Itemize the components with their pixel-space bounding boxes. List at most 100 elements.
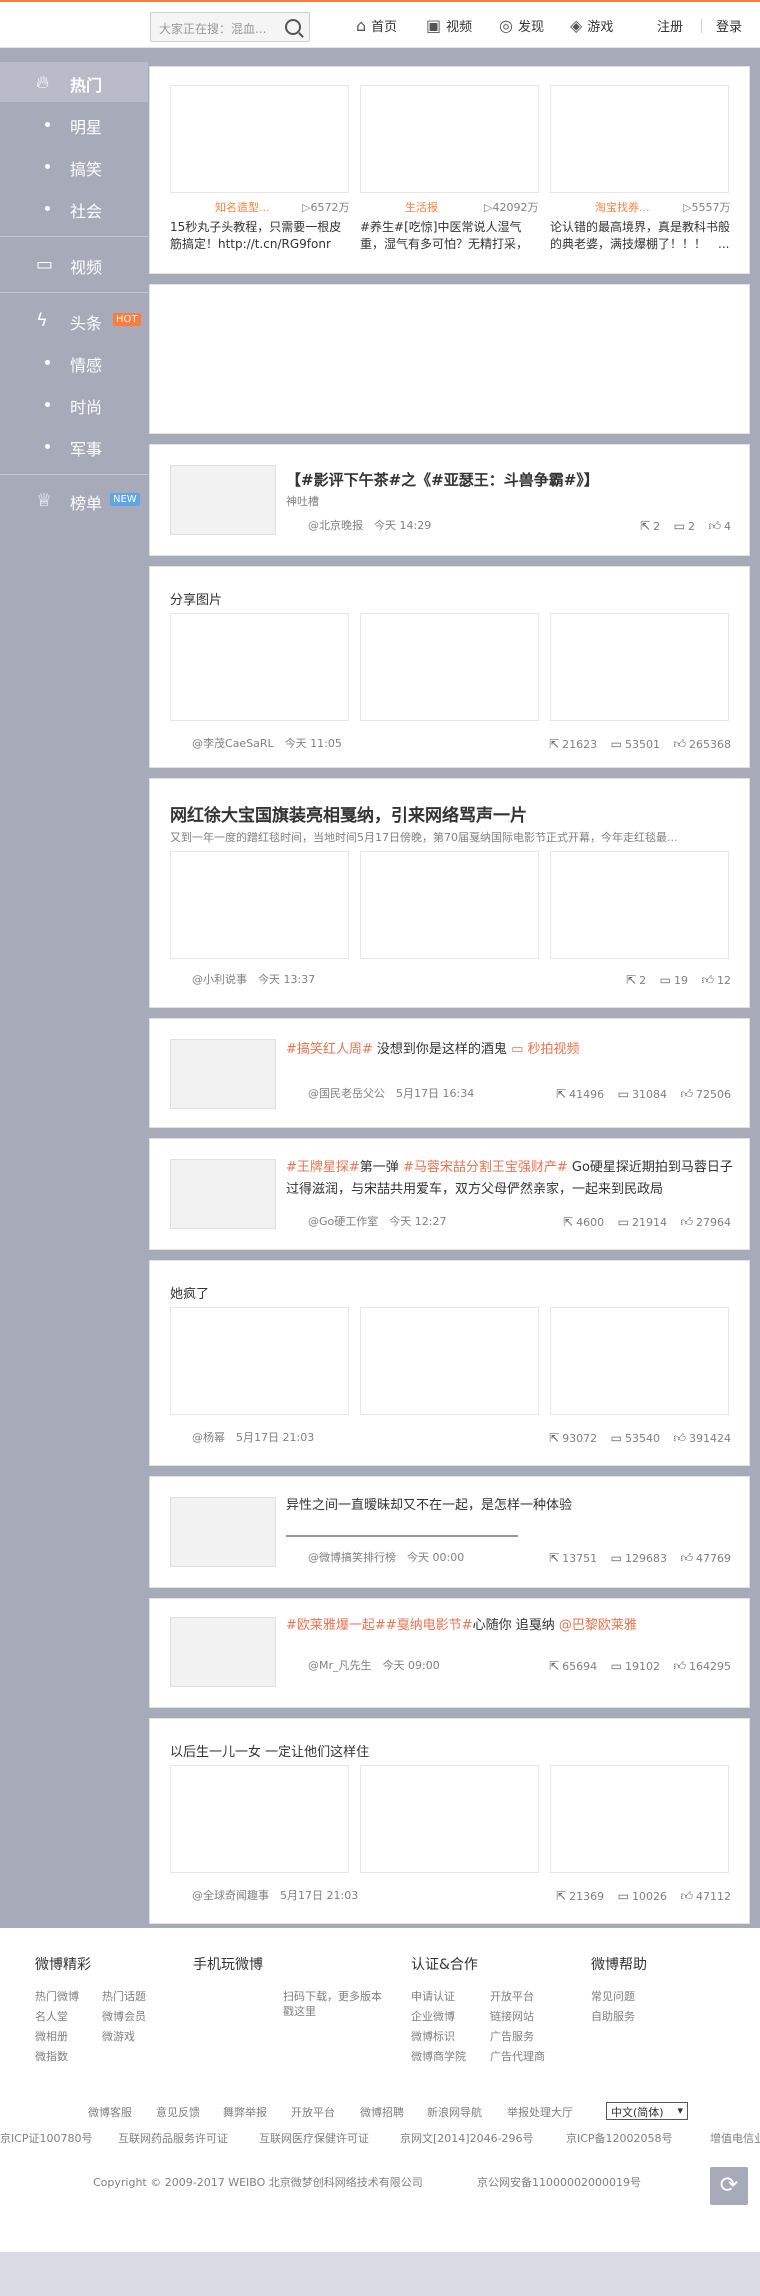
like-button[interactable]: 👍︎ 164295: [673, 1659, 731, 1673]
footer-link[interactable]: 微相册: [35, 2028, 68, 2044]
post-image[interactable]: [550, 613, 729, 721]
video-title[interactable]: 论认错的最高境界，真是教科书般的典老婆，满技爆棚了！！！ ...: [550, 219, 730, 253]
refresh-button[interactable]: ⟳: [710, 2167, 748, 2205]
footer-link[interactable]: 扫码下载，更多版本: [283, 1988, 382, 2004]
license-text[interactable]: 京网文[2014]2046-296号: [400, 2130, 534, 2146]
post-author[interactable]: @国民老岳父公: [308, 1087, 385, 1100]
post-thumbnail[interactable]: [170, 465, 276, 535]
footer-link[interactable]: 广告代理商: [490, 2048, 545, 2064]
repost-button[interactable]: ⇱ 2: [626, 973, 646, 987]
sidebar-item-rank[interactable]: ♕ 榜单 NEW: [0, 480, 148, 520]
post-image[interactable]: [550, 851, 729, 959]
footer-link[interactable]: 热门话题: [102, 1988, 146, 2004]
topic-link[interactable]: #马蓉宋喆分割王宝强财产#: [403, 1160, 568, 1175]
nav-discover[interactable]: ◎ 发现: [499, 16, 544, 35]
repost-button[interactable]: ⇱ 41496: [556, 1087, 604, 1101]
footer-link[interactable]: 新浪网导航: [427, 2104, 482, 2120]
post-title[interactable]: 【#影评下午茶#之《#亚瑟王：斗兽争霸#》】: [286, 469, 599, 490]
nav-home[interactable]: ⌂ 首页: [356, 16, 397, 35]
video-source[interactable]: 知名造型...: [215, 199, 270, 215]
post-title[interactable]: 网红徐大宝国旗装亮相戛纳，引来网络骂声一片: [170, 801, 527, 826]
like-button[interactable]: 👍︎ 47112: [680, 1889, 731, 1903]
repost-button[interactable]: ⇱ 4600: [563, 1215, 604, 1229]
footer-link[interactable]: 广告服务: [490, 2028, 534, 2044]
repost-button[interactable]: ⇱ 2: [640, 519, 660, 533]
sidebar-item-hot[interactable]: 🔥︎ 热门: [0, 62, 148, 102]
license-text[interactable]: 互联网药品服务许可证: [118, 2130, 228, 2146]
post-image[interactable]: [550, 1307, 729, 1415]
search-input[interactable]: 大家正在搜：混血...: [159, 20, 266, 37]
post-image[interactable]: [360, 1765, 539, 1873]
post-title[interactable]: 她疯了: [170, 1283, 209, 1302]
comment-button[interactable]: ▭ 53501: [611, 737, 660, 751]
post-image[interactable]: [360, 1307, 539, 1415]
search-icon[interactable]: [285, 19, 301, 35]
topic-link[interactable]: #搞笑红人周#: [286, 1042, 373, 1057]
post-image[interactable]: [170, 851, 349, 959]
post-author[interactable]: @微博搞笑排行榜: [308, 1551, 396, 1564]
post-thumbnail[interactable]: [170, 1617, 276, 1687]
post-image[interactable]: [360, 613, 539, 721]
post-image[interactable]: [170, 1307, 349, 1415]
footer-link[interactable]: 微博标识: [411, 2028, 455, 2044]
post-thumbnail[interactable]: [170, 1039, 276, 1109]
footer-link[interactable]: 申请认证: [411, 1988, 455, 2004]
footer-link[interactable]: 名人堂: [35, 2008, 68, 2024]
footer-link[interactable]: 开放平台: [490, 1988, 534, 2004]
post-author[interactable]: @李茂CaeSaRL: [192, 737, 274, 750]
sidebar-item-funny[interactable]: 搞笑: [0, 146, 148, 186]
nav-video[interactable]: ▣ 视频: [426, 16, 472, 35]
footer-link[interactable]: 微博招聘: [360, 2104, 404, 2120]
comment-button[interactable]: ▭ 10026: [618, 1889, 667, 1903]
language-select[interactable]: 中文(简体) ▾: [606, 2102, 688, 2120]
nav-game[interactable]: ◈ 游戏: [570, 16, 613, 35]
video-thumbnail[interactable]: [550, 85, 729, 193]
comment-button[interactable]: ▭ 21914: [618, 1215, 667, 1229]
comment-button[interactable]: ▭ 129683: [611, 1551, 667, 1565]
post-thumbnail[interactable]: [170, 1497, 276, 1567]
sidebar-item-military[interactable]: 军事: [0, 426, 148, 466]
sidebar-item-headline[interactable]: ϟ 头条 HOT: [0, 300, 148, 340]
repost-button[interactable]: ⇱ 13751: [549, 1551, 597, 1565]
comment-button[interactable]: ▭ 19102: [611, 1659, 660, 1673]
footer-link[interactable]: 企业微博: [411, 2008, 455, 2024]
video-thumbnail[interactable]: [360, 85, 539, 193]
search-box[interactable]: 大家正在搜：混血...: [150, 12, 310, 42]
video-title[interactable]: 15秒丸子头教程，只需要一根皮筋搞定！http://t.cn/RG9fonr: [170, 219, 350, 253]
footer-link[interactable]: 微指数: [35, 2048, 68, 2064]
post-author[interactable]: @北京晚报: [308, 519, 363, 532]
post-author[interactable]: @全球奇闻趣事: [192, 1889, 269, 1902]
mention-link[interactable]: @巴黎欧莱雅: [559, 1618, 637, 1633]
sidebar-item-society[interactable]: 社会: [0, 188, 148, 228]
post-author[interactable]: @杨幂: [192, 1431, 225, 1444]
footer-link[interactable]: 链接网站: [490, 2008, 534, 2024]
like-button[interactable]: 👍︎ 265368: [673, 737, 731, 751]
footer-link[interactable]: 自助服务: [591, 2008, 635, 2024]
footer-link[interactable]: 微博商学院: [411, 2048, 466, 2064]
sidebar-item-star[interactable]: 明星: [0, 104, 148, 144]
video-source[interactable]: 淘宝找券...: [595, 199, 650, 215]
license-text[interactable]: 京ICP备12002058号: [566, 2130, 673, 2146]
register-link[interactable]: 注册: [657, 16, 683, 35]
police-record[interactable]: 京公网安备11000002000019号: [477, 2174, 641, 2190]
like-button[interactable]: 👍︎ 27964: [680, 1215, 731, 1229]
like-button[interactable]: 👍︎ 391424: [673, 1431, 731, 1445]
like-button[interactable]: 👍︎ 4: [708, 519, 731, 533]
like-button[interactable]: 👍︎ 47769: [680, 1551, 731, 1565]
video-link[interactable]: ▭ 秒拍视频: [511, 1042, 579, 1057]
comment-button[interactable]: ▭ 53540: [611, 1431, 660, 1445]
comment-button[interactable]: ▭ 2: [674, 519, 695, 533]
post-author[interactable]: @Mr_凡先生: [308, 1659, 372, 1672]
topic-link[interactable]: #王牌星探#: [286, 1160, 360, 1175]
post-image[interactable]: [360, 851, 539, 959]
repost-button[interactable]: ⇱ 21623: [549, 737, 597, 751]
post-image[interactable]: [170, 1765, 349, 1873]
post-title[interactable]: 以后生一儿一女 一定让他们这样住: [170, 1741, 369, 1760]
license-text[interactable]: 互联网医疗保健许可证: [259, 2130, 369, 2146]
like-button[interactable]: 👍︎ 12: [701, 973, 731, 987]
footer-link[interactable]: 意见反馈: [156, 2104, 200, 2120]
footer-link[interactable]: 微游戏: [102, 2028, 135, 2044]
footer-link[interactable]: 微博会员: [102, 2008, 146, 2024]
comment-button[interactable]: ▭ 19: [660, 973, 688, 987]
sidebar-item-emotion[interactable]: 情感: [0, 342, 148, 382]
